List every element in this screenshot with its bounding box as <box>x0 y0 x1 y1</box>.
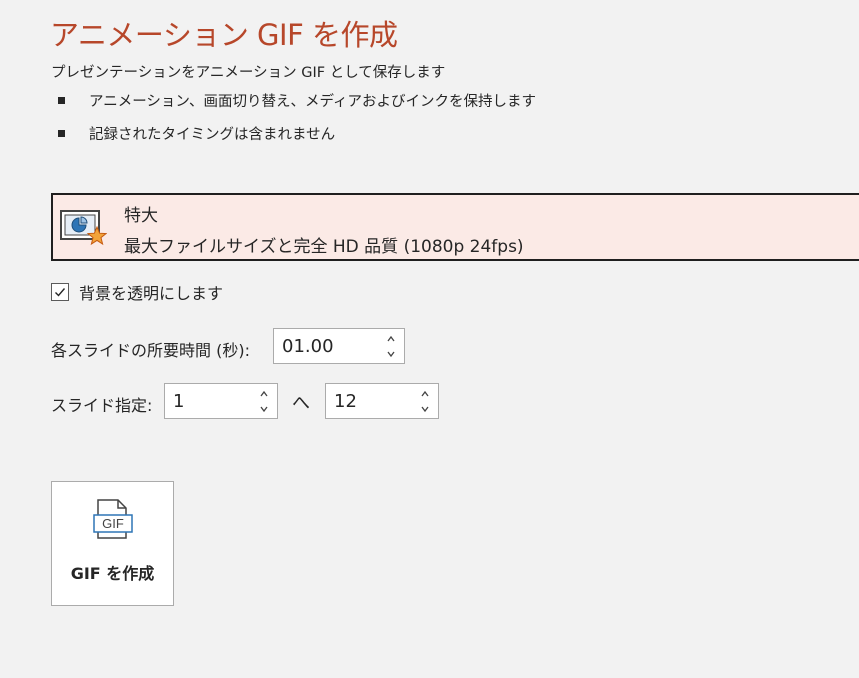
range-separator: へ <box>292 393 310 414</box>
duration-label: 各スライドの所要時間 (秒): <box>51 341 250 360</box>
chevron-down-icon[interactable] <box>257 402 271 416</box>
create-gif-button[interactable]: GIF GIF を作成 <box>51 481 174 606</box>
quality-name: 特大 <box>124 206 158 226</box>
bullet-text: 記録されたタイミングは含まれません <box>89 127 336 143</box>
svg-text:GIF: GIF <box>102 516 124 531</box>
chevron-up-icon[interactable] <box>418 387 432 401</box>
chevron-down-icon[interactable] <box>384 347 398 361</box>
slide-from-spinner[interactable]: 1 <box>164 383 278 419</box>
slide-to-spinner[interactable]: 12 <box>325 383 439 419</box>
bullet-marker <box>58 97 65 104</box>
chevron-down-icon[interactable] <box>418 402 432 416</box>
slide-range-label: スライド指定: <box>51 396 153 415</box>
checkmark-icon <box>55 288 66 297</box>
create-gif-label: GIF を作成 <box>70 564 155 583</box>
bullet-item: 記録されたタイミングは含まれません <box>58 123 335 144</box>
chevron-up-icon[interactable] <box>257 387 271 401</box>
spinner-arrows <box>384 330 398 362</box>
page-title: アニメーション GIF を作成 <box>50 18 398 52</box>
transparent-background-checkbox[interactable] <box>51 283 69 301</box>
bullet-marker <box>58 130 65 137</box>
create-gif-panel: アニメーション GIF を作成 プレゼンテーションをアニメーション GIF とし… <box>0 0 859 678</box>
transparent-background-option[interactable]: 背景を透明にします <box>51 280 223 304</box>
page-subtitle: プレゼンテーションをアニメーション GIF として保存します <box>51 65 446 81</box>
bullet-item: アニメーション、画面切り替え、メディアおよびインクを保持します <box>58 90 536 111</box>
gif-file-icon: GIF <box>93 499 133 539</box>
slide-to-value[interactable]: 12 <box>334 391 357 412</box>
presentation-star-icon <box>60 210 107 246</box>
spinner-arrows <box>418 385 432 417</box>
duration-spinner[interactable]: 01.00 <box>273 328 405 364</box>
quality-description: 最大ファイルサイズと完全 HD 品質 (1080p 24fps) <box>124 237 524 257</box>
duration-value[interactable]: 01.00 <box>282 336 334 357</box>
quality-dropdown[interactable]: 特大 最大ファイルサイズと完全 HD 品質 (1080p 24fps) <box>51 193 859 261</box>
slide-from-value[interactable]: 1 <box>173 391 184 412</box>
transparent-background-label: 背景を透明にします <box>79 284 224 303</box>
bullet-text: アニメーション、画面切り替え、メディアおよびインクを保持します <box>89 94 537 110</box>
spinner-arrows <box>257 385 271 417</box>
chevron-up-icon[interactable] <box>384 332 398 346</box>
